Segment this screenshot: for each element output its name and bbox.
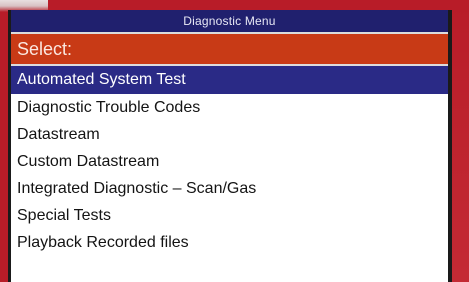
- menu-list: Automated System Test Diagnostic Trouble…: [11, 66, 448, 256]
- diagnostic-screen: Diagnostic Menu Select: Automated System…: [8, 10, 452, 282]
- select-prompt: Select:: [11, 32, 448, 66]
- menu-item-automated-system-test[interactable]: Automated System Test: [11, 66, 448, 94]
- menu-item-playback-recorded-files[interactable]: Playback Recorded files: [11, 229, 448, 256]
- menu-item-special-tests[interactable]: Special Tests: [11, 202, 448, 229]
- window-title: Diagnostic Menu: [11, 10, 448, 32]
- menu-item-integrated-diagnostic[interactable]: Integrated Diagnostic – Scan/Gas: [11, 175, 448, 202]
- menu-item-datastream[interactable]: Datastream: [11, 121, 448, 148]
- menu-item-diagnostic-trouble-codes[interactable]: Diagnostic Trouble Codes: [11, 94, 448, 121]
- menu-item-custom-datastream[interactable]: Custom Datastream: [11, 148, 448, 175]
